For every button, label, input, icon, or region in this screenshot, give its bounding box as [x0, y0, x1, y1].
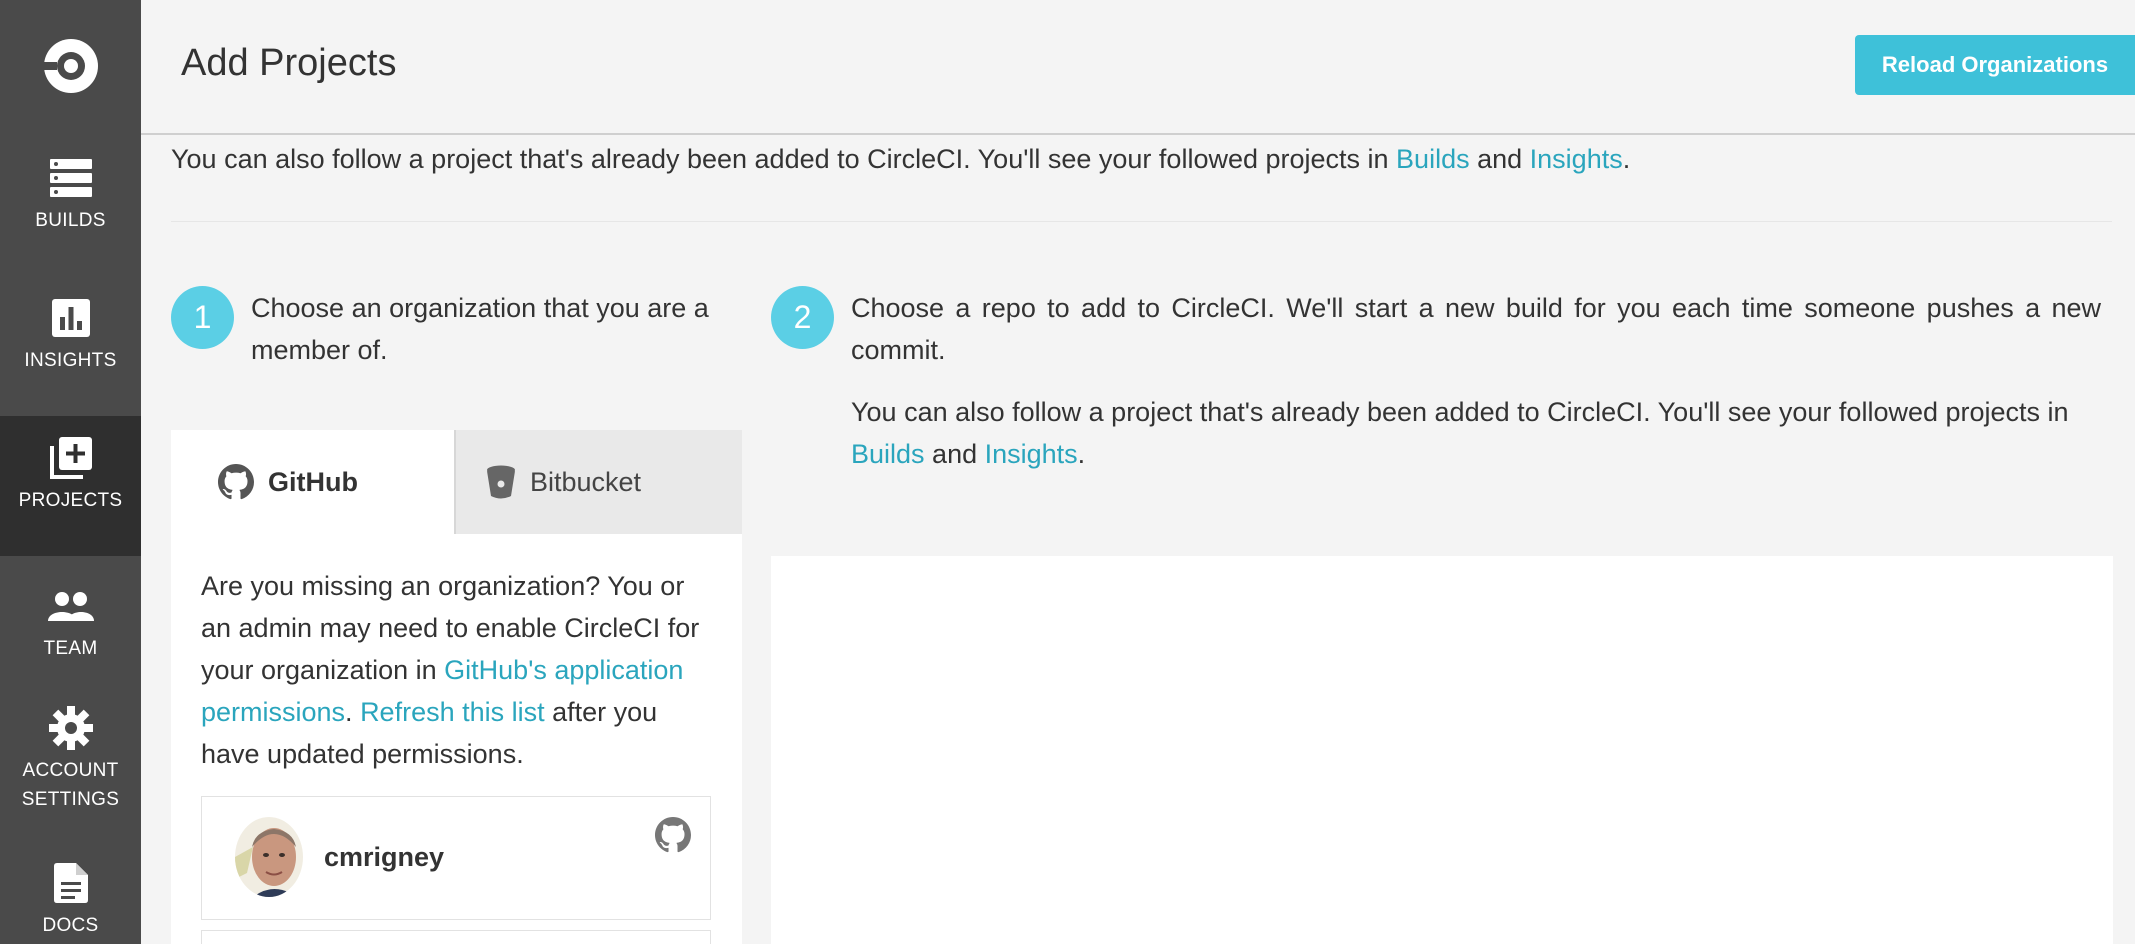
step-2-follow-text: You can also follow a project that's alr…: [851, 391, 2101, 475]
team-icon: [47, 578, 94, 634]
vcs-tabs: GitHub Bitbucket: [171, 430, 742, 534]
github-icon: [655, 817, 691, 858]
tab-bitbucket-label: Bitbucket: [530, 466, 642, 497]
missing-organization-help: Are you missing an organization? You or …: [201, 565, 721, 775]
intro-period: .: [1622, 144, 1631, 174]
docs-icon: [53, 855, 88, 911]
projects-add-icon: [49, 430, 93, 486]
step-2-builds-link[interactable]: Builds: [851, 439, 925, 469]
nav-projects[interactable]: PROJECTS: [0, 416, 141, 556]
organization-name: cmrigney: [324, 842, 445, 872]
nav-builds-label: BUILDS: [35, 210, 106, 231]
step-2-follow-before: You can also follow a project that's alr…: [851, 397, 2069, 427]
nav-settings-label: SETTINGS: [21, 789, 120, 810]
page-header: Add Projects Reload Organizations: [141, 0, 2135, 135]
sidebar: BUILDS INSIGHTS PROJECTS TEAM ACCOUNT SE…: [0, 0, 141, 944]
organization-card-next[interactable]: [201, 930, 711, 944]
nav-account-settings[interactable]: ACCOUNT SETTINGS: [0, 700, 141, 814]
nav-insights[interactable]: INSIGHTS: [0, 290, 141, 375]
step-1-badge: 1: [171, 286, 234, 349]
nav-team-label: TEAM: [43, 638, 98, 659]
step-2-text: Choose a repo to add to CircleCI. We'll …: [851, 293, 2101, 365]
nav-docs[interactable]: DOCS: [0, 855, 141, 940]
gear-icon: [48, 700, 93, 756]
nav-builds[interactable]: BUILDS: [0, 150, 141, 235]
bitbucket-icon: [486, 465, 516, 499]
builds-link[interactable]: Builds: [1396, 144, 1470, 174]
step-1-text: Choose an organization that you are a me…: [251, 293, 709, 365]
tab-github[interactable]: GitHub: [171, 430, 454, 534]
step-2-insights-link[interactable]: Insights: [985, 439, 1078, 469]
nav-account-label: ACCOUNT: [22, 760, 119, 781]
tab-bitbucket[interactable]: Bitbucket: [454, 430, 742, 534]
tab-github-label: GitHub: [268, 466, 358, 497]
circleci-logo-icon: [40, 38, 98, 93]
intro-and: and: [1469, 144, 1530, 174]
avatar: [235, 817, 303, 897]
reload-organizations-button[interactable]: Reload Organizations: [1855, 35, 2135, 95]
refresh-list-link[interactable]: Refresh this list: [360, 697, 545, 727]
repo-list-panel: [771, 556, 2113, 944]
step-2-and: and: [924, 439, 985, 469]
missing-text-2: .: [345, 697, 361, 727]
circleci-logo[interactable]: [0, 0, 141, 131]
intro-text: You can also follow a project that's alr…: [171, 144, 1397, 174]
step-2-period: .: [1077, 439, 1086, 469]
organization-card[interactable]: cmrigney: [201, 796, 711, 920]
follow-intro: You can also follow a project that's alr…: [171, 144, 1630, 175]
step-2-badge: 2: [771, 286, 834, 349]
page-title: Add Projects: [181, 42, 397, 84]
nav-team[interactable]: TEAM: [0, 578, 141, 663]
nav-insights-label: INSIGHTS: [24, 350, 117, 371]
insights-icon: [51, 290, 90, 346]
github-icon: [218, 464, 254, 500]
builds-icon: [49, 150, 92, 206]
insights-link[interactable]: Insights: [1530, 144, 1623, 174]
nav-projects-label: PROJECTS: [18, 490, 123, 511]
nav-docs-label: DOCS: [42, 915, 99, 936]
divider: [171, 221, 2112, 222]
